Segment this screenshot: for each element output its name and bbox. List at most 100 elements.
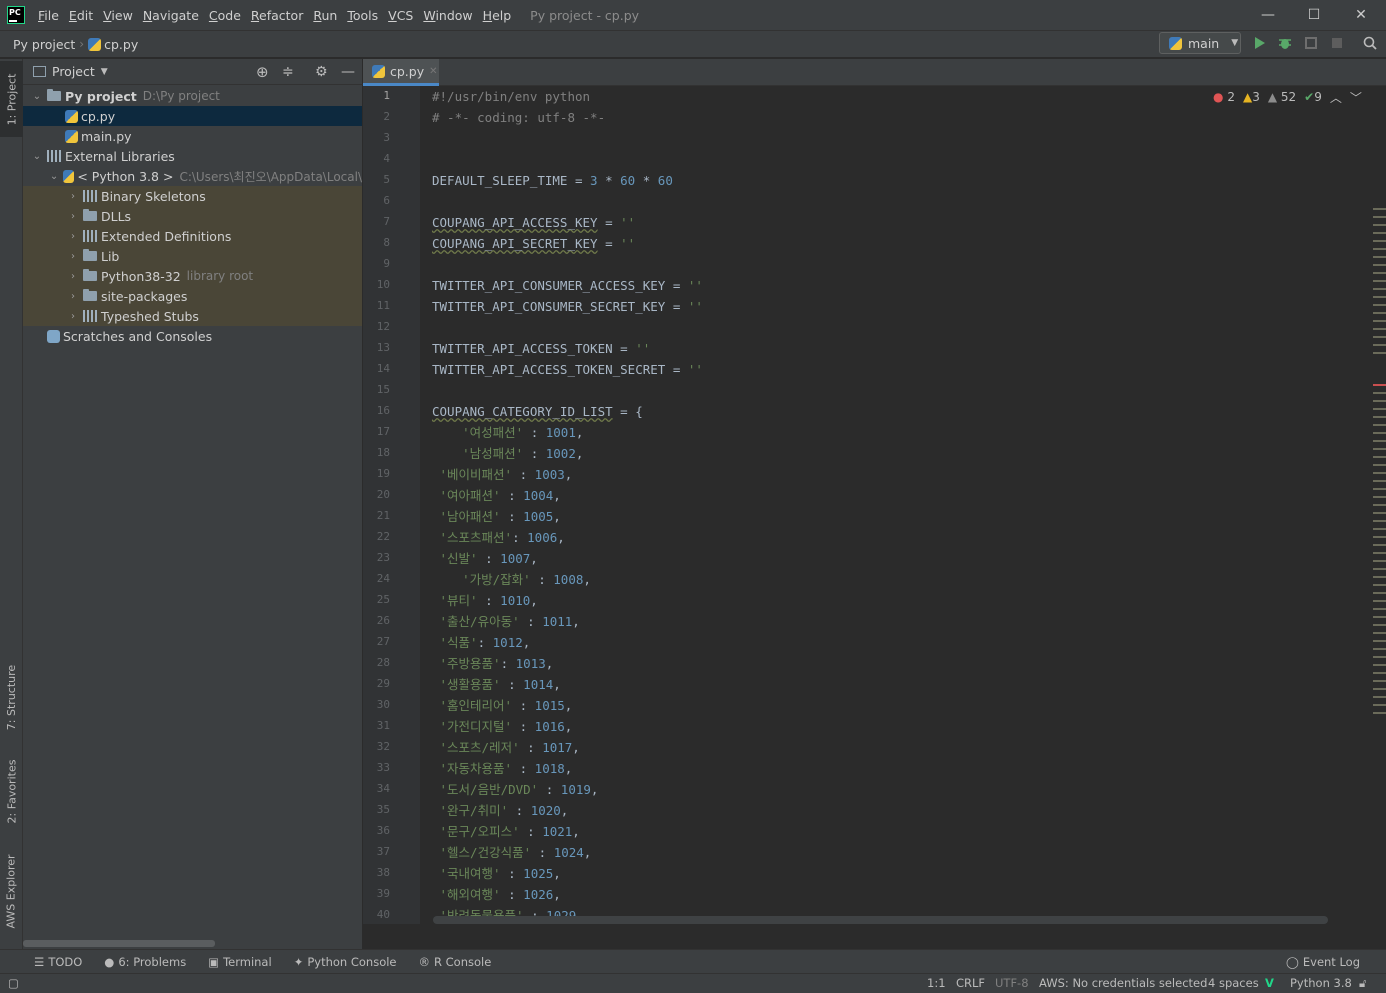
stripe-marker[interactable] (1373, 552, 1386, 554)
stripe-marker[interactable] (1373, 424, 1386, 426)
r-console-tool-button[interactable]: ® R Console (419, 955, 502, 969)
menu-edit[interactable]: Edit (64, 8, 98, 23)
tab-favorites[interactable]: 2: Favorites (0, 749, 23, 833)
menu-run[interactable]: Run (308, 8, 342, 23)
menu-window[interactable]: Window (418, 8, 477, 23)
stripe-marker[interactable] (1373, 496, 1386, 498)
stripe-marker[interactable] (1373, 544, 1386, 546)
stripe-marker[interactable] (1373, 408, 1386, 410)
chevron-down-icon[interactable]: ⌄ (31, 91, 43, 102)
error-stripe[interactable] (1373, 86, 1386, 924)
chevron-down-icon[interactable]: ▼ (101, 67, 108, 77)
stop-icon[interactable] (1328, 34, 1346, 52)
stripe-marker[interactable] (1373, 696, 1386, 698)
stripe-marker[interactable] (1373, 312, 1386, 314)
inspection-widget[interactable]: ● 2 ▲3 ▲ 52 ✔9 ︿ ﹀ (1213, 87, 1362, 107)
todo-tool-button[interactable]: ☰ TODO (34, 955, 92, 969)
menu-help[interactable]: Help (478, 8, 517, 23)
maximize-button[interactable]: ☐ (1291, 0, 1337, 30)
stripe-marker[interactable] (1373, 592, 1386, 594)
stripe-marker[interactable] (1373, 664, 1386, 666)
tab-project[interactable]: 1: Project (0, 61, 23, 137)
line-separator[interactable]: CRLF (956, 976, 985, 990)
stripe-marker[interactable] (1373, 304, 1386, 306)
warning-count[interactable]: ▲3 (1243, 90, 1260, 104)
tree-item[interactable]: › Lib (23, 246, 362, 266)
debug-icon[interactable] (1276, 34, 1294, 52)
menu-vcs[interactable]: VCS (383, 8, 418, 23)
gear-icon[interactable]: ⚙ (315, 64, 328, 80)
typo-count[interactable]: ✔9 (1304, 90, 1322, 104)
tab-cp-py[interactable]: cp.py ✕ (363, 59, 439, 86)
close-tab-icon[interactable]: ✕ (429, 66, 437, 77)
stripe-marker[interactable] (1373, 272, 1386, 274)
stripe-marker[interactable] (1373, 640, 1386, 642)
chevron-right-icon[interactable]: › (67, 211, 79, 222)
tree-item[interactable]: ⌄ Py project D:\Py project (23, 86, 362, 106)
editor-horizontal-scrollbar[interactable] (433, 916, 1328, 924)
stripe-marker[interactable] (1373, 296, 1386, 298)
menu-view[interactable]: View (98, 8, 138, 23)
stripe-marker[interactable] (1373, 520, 1386, 522)
aws-credentials[interactable]: AWS: No credentials selected (1039, 976, 1207, 990)
stripe-marker[interactable] (1373, 504, 1386, 506)
stripe-marker[interactable] (1373, 440, 1386, 442)
stripe-marker[interactable] (1373, 648, 1386, 650)
stripe-marker[interactable] (1373, 704, 1386, 706)
menu-refactor[interactable]: Refactor (246, 8, 308, 23)
stripe-marker[interactable] (1373, 672, 1386, 674)
stripe-marker[interactable] (1373, 576, 1386, 578)
tree-item[interactable]: ⌄ < Python 3.8 > C:\Users\최진오\AppData\Loca… (23, 166, 362, 186)
menu-tools[interactable]: Tools (342, 8, 383, 23)
stripe-marker[interactable] (1373, 688, 1386, 690)
menu-navigate[interactable]: Navigate (138, 8, 204, 23)
coverage-icon[interactable] (1302, 34, 1320, 52)
project-view-select[interactable]: Project (52, 64, 95, 79)
stripe-marker[interactable] (1373, 472, 1386, 474)
problems-tool-button[interactable]: ● 6: Problems (104, 955, 196, 969)
previous-highlight-icon[interactable]: ︿ (1330, 89, 1342, 106)
hide-panel-icon[interactable]: — (341, 64, 355, 80)
stripe-marker[interactable] (1373, 256, 1386, 258)
stripe-marker[interactable] (1373, 216, 1386, 218)
locate-icon[interactable]: ⊕ (256, 63, 269, 81)
menu-file[interactable]: File (33, 8, 64, 23)
stripe-marker[interactable] (1373, 208, 1386, 210)
indent-setting[interactable]: 4 spaces (1208, 976, 1259, 990)
tree-item[interactable]: cp.py (23, 106, 362, 126)
stripe-marker[interactable] (1373, 616, 1386, 618)
chevron-right-icon[interactable]: › (67, 291, 79, 302)
stripe-marker[interactable] (1373, 608, 1386, 610)
run-icon[interactable] (1251, 34, 1269, 52)
breadcrumb-file[interactable]: cp.py (88, 37, 138, 52)
vim-icon[interactable]: V (1265, 976, 1274, 990)
minimize-button[interactable]: — (1245, 0, 1291, 30)
caret-position[interactable]: 1:1 (927, 976, 946, 990)
stripe-marker[interactable] (1373, 400, 1386, 402)
stripe-marker[interactable] (1373, 224, 1386, 226)
stripe-marker[interactable] (1373, 288, 1386, 290)
toggle-tool-windows-icon[interactable]: ▢ (8, 976, 19, 990)
chevron-down-icon[interactable]: ⌄ (49, 171, 59, 182)
stripe-marker[interactable] (1373, 512, 1386, 514)
stripe-marker[interactable] (1373, 248, 1386, 250)
file-encoding[interactable]: UTF-8 (995, 976, 1029, 990)
stripe-marker[interactable] (1373, 624, 1386, 626)
stripe-marker[interactable] (1373, 680, 1386, 682)
close-button[interactable]: ✕ (1338, 0, 1384, 30)
chevron-down-icon[interactable]: ⌄ (31, 151, 43, 162)
stripe-marker[interactable] (1373, 336, 1386, 338)
next-highlight-icon[interactable]: ﹀ (1350, 89, 1362, 106)
tree-item[interactable]: › Typeshed Stubs (23, 306, 362, 326)
stripe-marker[interactable] (1373, 600, 1386, 602)
stripe-marker[interactable] (1373, 656, 1386, 658)
search-everywhere-icon[interactable] (1361, 34, 1379, 52)
tree-item[interactable]: › Extended Definitions (23, 226, 362, 246)
stripe-marker[interactable] (1373, 352, 1386, 354)
stripe-marker[interactable] (1373, 464, 1386, 466)
stripe-marker[interactable] (1373, 384, 1386, 386)
tab-structure[interactable]: 7: Structure (0, 657, 23, 737)
stripe-marker[interactable] (1373, 448, 1386, 450)
stripe-marker[interactable] (1373, 240, 1386, 242)
tree-item[interactable]: › Binary Skeletons (23, 186, 362, 206)
